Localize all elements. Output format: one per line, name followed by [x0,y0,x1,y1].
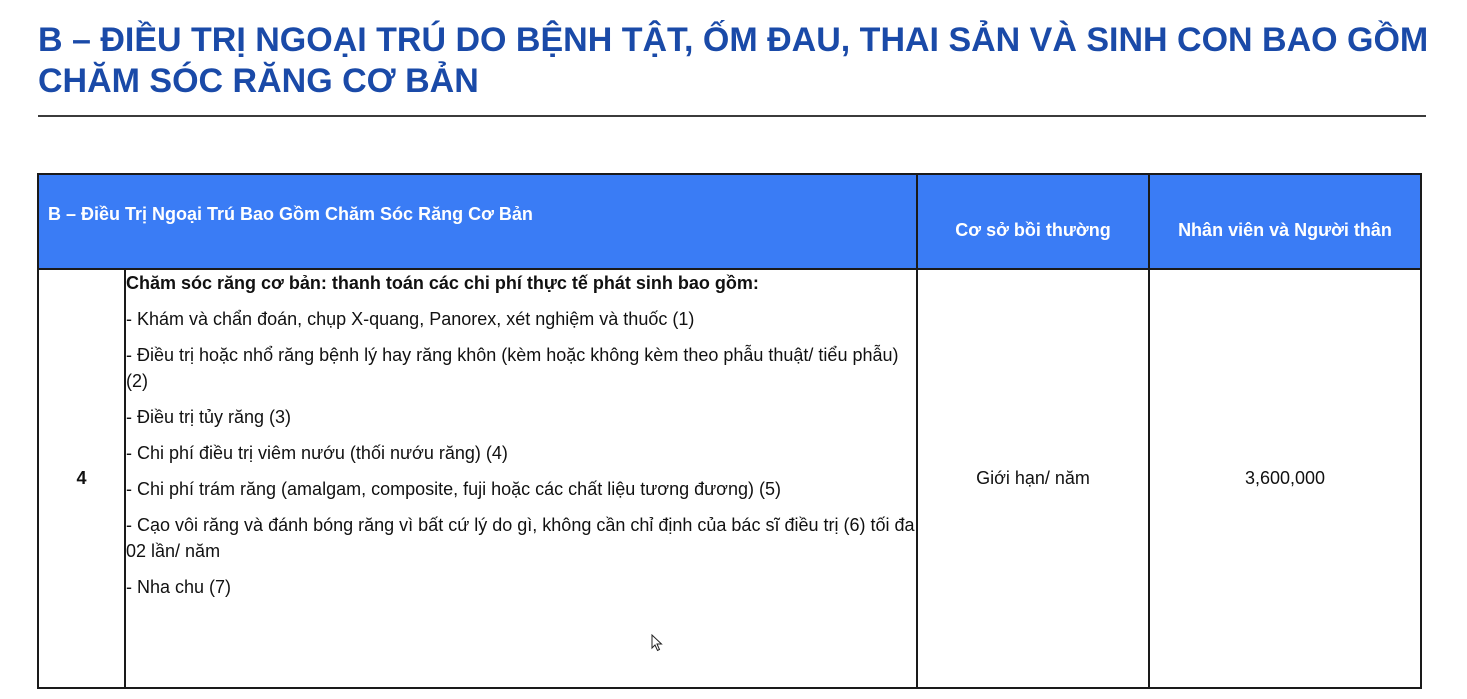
amount-value: 3,600,000 [1148,268,1422,689]
table-row: 4 Chăm sóc răng cơ bản: thanh toán các c… [37,268,1422,689]
coverage-item: - Điều trị tủy răng (3) [126,407,292,427]
item-number: 4 [37,268,126,689]
title-divider [38,115,1426,117]
coverage-item: - Cạo vôi răng và đánh bóng răng vì bất … [126,515,915,561]
page-title: B – ĐIỀU TRỊ NGOẠI TRÚ DO BỆNH TẬT, ỐM Đ… [38,21,1429,100]
coverage-item: - Điều trị hoặc nhổ răng bệnh lý hay răn… [126,345,899,391]
coverage-item: - Chi phí điều trị viêm nướu (thối nướu … [126,443,508,463]
coverage-item: - Nha chu (7) [126,577,232,597]
amount-column-header: Nhân viên và Người thân [1148,173,1422,270]
coverage-list: - Khám và chẩn đoán, chụp X-quang, Panor… [126,306,916,600]
section-title-header: B – Điều Trị Ngoại Trú Bao Gồm Chăm Sóc … [37,173,918,270]
coverage-heading: Chăm sóc răng cơ bản: thanh toán các chi… [126,273,759,293]
coverage-item: - Khám và chẩn đoán, chụp X-quang, Panor… [126,309,695,329]
table-header-row: B – Điều Trị Ngoại Trú Bao Gồm Chăm Sóc … [37,173,1422,270]
benefit-table: B – Điều Trị Ngoại Trú Bao Gồm Chăm Sóc … [37,173,1422,689]
mouse-pointer-icon [651,634,663,652]
coverage-item: - Chi phí trám răng (amalgam, composite,… [126,479,781,499]
item-description: Chăm sóc răng cơ bản: thanh toán các chi… [124,268,918,689]
basis-column-header: Cơ sở bồi thường [916,173,1150,270]
basis-value: Giới hạn/ năm [916,268,1150,689]
